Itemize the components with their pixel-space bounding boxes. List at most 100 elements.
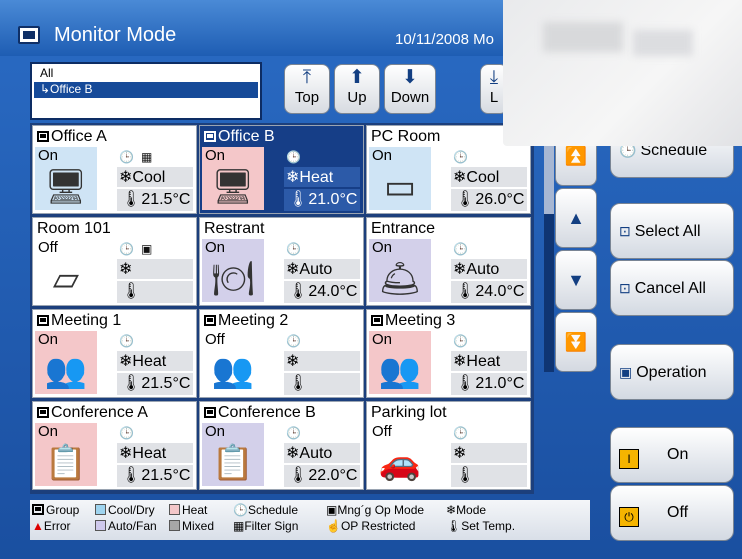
unit-name: Conference B: [218, 404, 316, 421]
unit-mode: ❄Heat: [117, 443, 193, 463]
unit-art-icon: 👥: [44, 352, 88, 390]
unit-header: Meeting 1: [37, 312, 121, 330]
unit-mode-label: Heat: [132, 445, 167, 462]
unit-mode: ❄Heat: [451, 351, 527, 371]
operation-button[interactable]: ▣ Operation: [610, 344, 734, 400]
group-icon: [204, 407, 216, 418]
group-all-item[interactable]: All: [40, 66, 53, 80]
schedule-icon: 🕒: [119, 334, 134, 348]
power-off-icon: ⏻: [619, 507, 639, 527]
unit-cell[interactable]: Meeting 1 On 👥 🕒 ❄Heat 🌡21.5°C: [32, 309, 197, 398]
legend: Group ▲Error Cool/Dry Auto/Fan Heat Mixe…: [30, 500, 590, 540]
unit-art-icon: 👥: [378, 352, 422, 390]
scroll-up-button[interactable]: ▲: [555, 188, 597, 248]
window-title: Monitor Mode: [54, 24, 177, 46]
legend-cool-dry: Cool/Dry: [95, 503, 155, 517]
mixed-swatch: [169, 520, 180, 531]
thermometer-icon: 🌡: [121, 191, 142, 208]
unit-status: On: [35, 147, 97, 165]
unit-status: On: [202, 239, 264, 257]
auto-fan-swatch: [95, 520, 106, 531]
group-icon: [37, 131, 49, 142]
unit-cell[interactable]: Conference A On 📋 🕒 ❄Heat 🌡21.5°C: [32, 401, 197, 490]
schedule-icon: 🕒: [286, 426, 301, 440]
schedule-icon: 🕒: [119, 242, 134, 256]
off-button[interactable]: ⏻ Off: [610, 485, 734, 541]
unit-mode: ❄: [284, 351, 360, 371]
grid-scrollbar[interactable]: [544, 132, 554, 372]
unit-name: Meeting 3: [385, 312, 456, 329]
up-label: Up: [347, 89, 367, 106]
unit-temp: 🌡24.0°C: [284, 281, 360, 303]
scrollbar-thumb[interactable]: [544, 144, 554, 214]
on-button[interactable]: I On: [610, 427, 734, 483]
unit-name: PC Room: [371, 128, 441, 145]
page-up-icon: ⏫: [564, 146, 588, 166]
unit-temp: 🌡21.5°C: [117, 465, 193, 487]
unit-art-icon: 🍽: [211, 260, 255, 298]
unit-header: Entrance: [371, 220, 435, 238]
legend-set-temp: 🌡Set Temp.: [446, 519, 515, 533]
unit-header: PC Room: [371, 128, 440, 146]
unit-illustration: 📋: [202, 440, 264, 486]
unit-cell[interactable]: Office A On 🖥 🕒 ▦ ❄Cool 🌡21.5°C: [32, 125, 197, 214]
legend-heat: Heat: [169, 503, 207, 517]
select-all-button[interactable]: ⊡ Select All: [610, 203, 734, 259]
legend-filter-sign: ▦Filter Sign: [233, 519, 298, 533]
mode-icon: ❄: [119, 261, 133, 278]
down-arrow-icon: ⬇: [402, 67, 418, 88]
unit-temp: 🌡21.5°C: [117, 373, 193, 395]
group-tree-list[interactable]: All ↳Office B: [30, 62, 262, 120]
unit-illustration: ▭: [369, 164, 431, 210]
unit-temp-label: 21.5°C: [141, 467, 191, 484]
group-icon: [32, 504, 44, 515]
unit-cell[interactable]: Conference B On 📋 🕒 ❄Auto 🌡22.0°C: [199, 401, 364, 490]
unit-illustration: 👥: [202, 348, 264, 394]
unit-cell[interactable]: Meeting 3 On 👥 🕒 ❄Heat 🌡21.0°C: [366, 309, 531, 398]
unit-name: Meeting 1: [51, 312, 122, 329]
legend-group: Group: [32, 503, 79, 517]
legend-auto-fan-label: Auto/Fan: [108, 519, 157, 533]
top-button[interactable]: ⤒ Top: [284, 64, 330, 114]
page-down-icon: ⏬: [564, 332, 588, 352]
unit-cell[interactable]: Restrant On 🍽 🕒 ❄Auto 🌡24.0°C: [199, 217, 364, 306]
unit-cell[interactable]: Meeting 2 Off 👥 🕒 ❄ 🌡: [199, 309, 364, 398]
up-button[interactable]: ⬆ Up: [334, 64, 380, 114]
unit-cell[interactable]: Parking lot Off 🚗 🕒 ❄ 🌡: [366, 401, 531, 490]
unit-illustration: 🛎: [369, 256, 431, 302]
group-selected-item[interactable]: ↳Office B: [34, 82, 258, 98]
scroll-bottom-button[interactable]: ⏬: [555, 312, 597, 372]
unit-status: On: [369, 239, 431, 257]
unit-cell[interactable]: Entrance On 🛎 🕒 ❄Auto 🌡24.0°C: [366, 217, 531, 306]
cancel-all-button[interactable]: ⊡ Cancel All: [610, 260, 734, 316]
operation-label: Operation: [636, 364, 707, 381]
unit-status: Off: [35, 239, 97, 257]
unit-cell[interactable]: Room 101 Off ▱ 🕒 ▣ ❄ 🌡: [32, 217, 197, 306]
unit-temp: 🌡22.0°C: [284, 465, 360, 487]
unit-temp-label: 21.5°C: [141, 375, 191, 392]
up-arrow-icon: ⬆: [349, 67, 365, 88]
unit-temp: 🌡21.0°C: [451, 373, 527, 395]
op-restricted-icon: ☝: [326, 519, 341, 533]
group-icon: [204, 315, 216, 326]
legend-mng-op-mode-label: Mng´g Op Mode: [337, 503, 425, 517]
schedule-icon: 🕒: [453, 426, 468, 440]
scroll-down-button[interactable]: ▼: [555, 250, 597, 310]
unit-header: Meeting 3: [371, 312, 455, 330]
filter-sign-icon: ▦: [233, 519, 245, 533]
heat-swatch: [169, 504, 180, 515]
schedule-icon: 🕒: [453, 242, 468, 256]
unit-illustration: 👥: [369, 348, 431, 394]
unit-cell[interactable]: Office B On 🖥 🕒 ❄Heat 🌡21.0°C: [199, 125, 364, 214]
unit-name: Meeting 2: [218, 312, 289, 329]
unit-status: On: [369, 147, 431, 165]
thermometer-icon: 🌡: [455, 375, 476, 392]
mode-icon: ❄: [286, 353, 300, 370]
monitor-window: Monitor Mode 10/11/2008 Mo All ↳Office B…: [0, 0, 742, 559]
down-button[interactable]: ⬇ Down: [384, 64, 436, 114]
unit-header: Conference B: [204, 404, 316, 422]
mode-icon: ❄: [453, 353, 467, 370]
schedule-icon: 🕒: [286, 334, 301, 348]
unit-mode: ❄Auto: [284, 443, 360, 463]
last-label: L: [489, 89, 499, 106]
